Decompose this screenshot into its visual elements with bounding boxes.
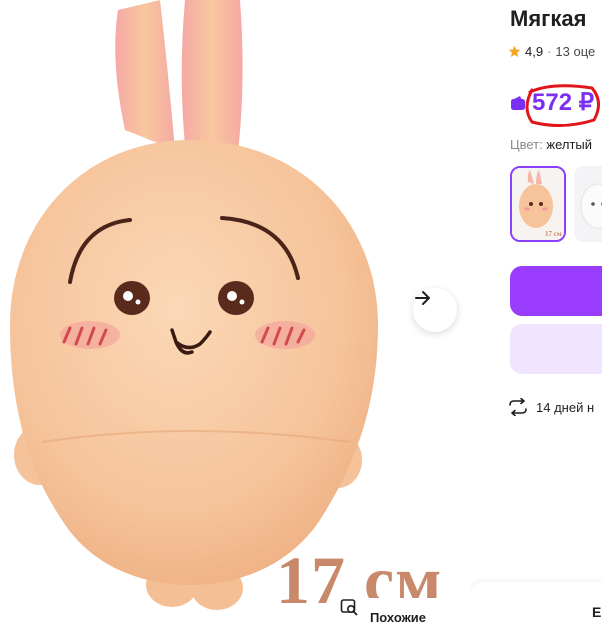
swatch-size-caption: 17 см: [545, 230, 562, 238]
buy-now-button[interactable]: [510, 324, 602, 374]
search-similar-icon: [340, 599, 358, 616]
return-policy: 14 дней н: [508, 398, 594, 416]
color-label: Цвет: желтый: [510, 137, 592, 152]
star-icon: [508, 45, 521, 58]
product-title: Мягкая: [510, 6, 587, 31]
rating-value: 4,9: [525, 44, 544, 59]
rating-summary[interactable]: 4,9 · 13 оце: [508, 44, 595, 59]
reviews-count[interactable]: 13 оце: [555, 44, 595, 59]
return-arrows-icon: [509, 398, 527, 416]
color-key: Цвет:: [510, 137, 543, 152]
product-info-panel: Мягкая 4,9 · 13 оце 572 ₽ Цвет: желтый 1…: [470, 0, 602, 638]
product-image-gallery[interactable]: 17 см Похожие: [0, 0, 470, 638]
bottom-panel-letter: E: [592, 604, 602, 620]
arrow-right-icon: [415, 291, 430, 305]
color-value: желтый: [546, 137, 593, 152]
color-swatch-yellow[interactable]: 17 см: [510, 166, 566, 242]
swatch-thumbnail-white: [574, 166, 602, 242]
bottom-action-panel[interactable]: E: [470, 582, 602, 638]
return-policy-text: 14 дней н: [536, 399, 595, 415]
similar-products-label: Похожие: [369, 609, 427, 625]
similar-products-button[interactable]: Похожие: [340, 598, 456, 636]
next-image-button[interactable]: [413, 288, 457, 332]
price-highlight-circle: [525, 84, 600, 127]
rating-separator: ·: [547, 44, 552, 59]
add-to-cart-button[interactable]: [510, 266, 602, 316]
color-swatch-white[interactable]: [574, 166, 602, 242]
swatch-thumbnail-bunny: 17 см: [512, 168, 564, 240]
